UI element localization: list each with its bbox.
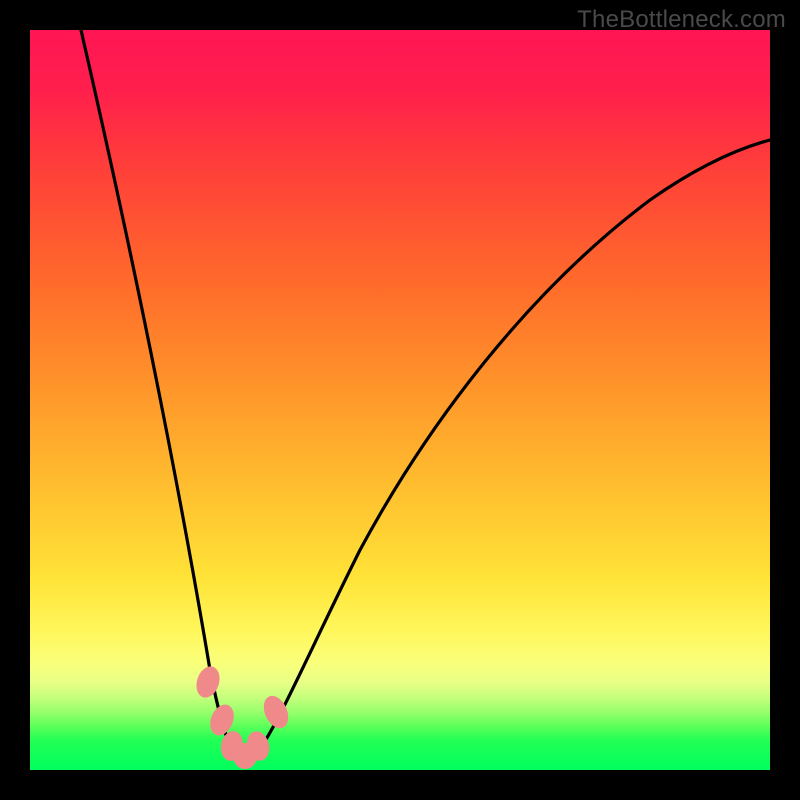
chart-frame: TheBottleneck.com [0, 0, 800, 800]
bottleneck-curve [81, 30, 770, 760]
watermark-text: TheBottleneck.com [577, 6, 786, 34]
curve-layer [30, 30, 770, 770]
plot-area [30, 30, 770, 770]
highlight-markers [193, 663, 293, 769]
